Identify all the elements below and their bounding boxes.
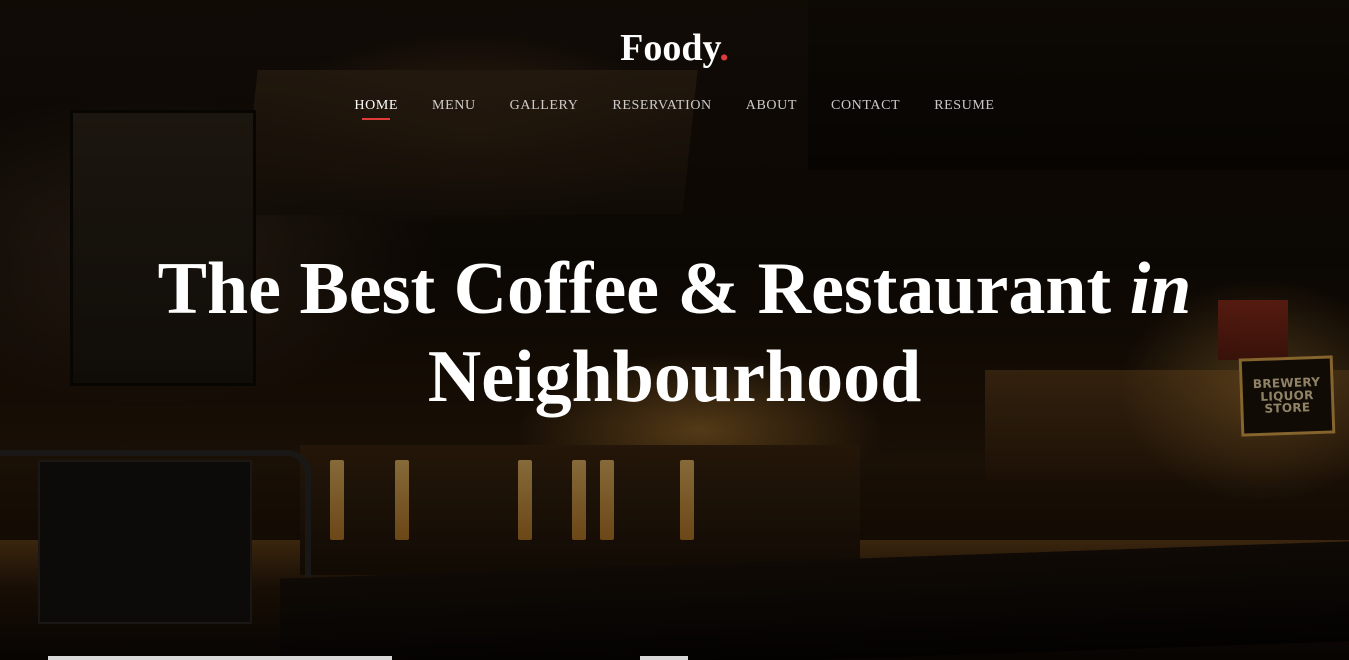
site-logo[interactable]: Foody. [0,26,1349,72]
logo-text: Foody [620,27,720,69]
nav-item-menu[interactable]: MENU [432,96,476,116]
nav-item-about[interactable]: ABOUT [746,96,797,116]
headline-line1: The Best Coffee & Restaurant [157,248,1112,330]
hero-headline: The Best Coffee & Restaurant in Neighbou… [0,245,1349,421]
hero-section: BREWERY LIQUOR STORE Foody. HOME MENU GA… [0,0,1349,660]
headline-line2: Neighbourhood [427,336,922,418]
nav-item-resume[interactable]: RESUME [934,96,994,116]
nav-item-reservation[interactable]: RESERVATION [612,96,711,116]
headline-emphasis: in [1129,248,1192,330]
main-nav: HOME MENU GALLERY RESERVATION ABOUT CONT… [0,96,1349,120]
nav-item-gallery[interactable]: GALLERY [510,96,579,116]
bottom-divider [48,656,392,660]
nav-item-contact[interactable]: CONTACT [831,96,900,116]
logo-dot: . [719,27,729,69]
bottom-divider [640,656,688,660]
nav-item-home[interactable]: HOME [354,96,398,120]
